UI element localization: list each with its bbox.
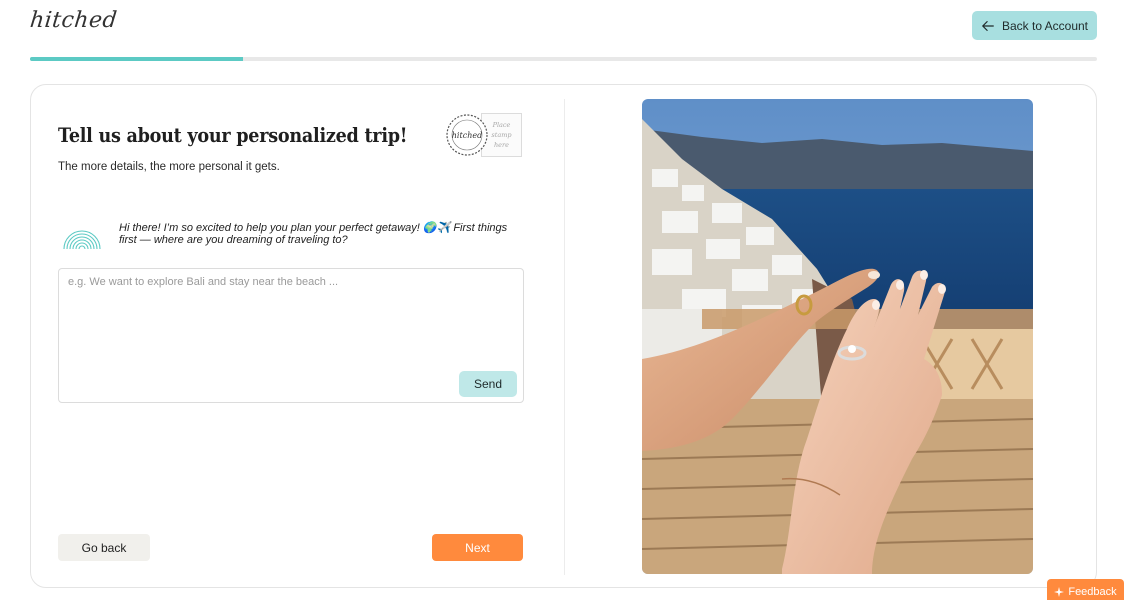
feedback-button[interactable]: Feedback — [1047, 579, 1124, 600]
trip-form-card: Tell us about your personalized trip! Th… — [30, 84, 1097, 588]
postmark-icon: hitched — [446, 114, 488, 156]
stamp-decoration: Place stamp here hitched — [443, 111, 523, 159]
santorini-photo-illustration — [642, 99, 1033, 574]
trip-photo — [642, 99, 1033, 574]
progress-fill — [30, 57, 244, 61]
stamp-text-line1: Place — [492, 121, 511, 129]
stamp-text-line3: here — [494, 141, 509, 149]
trip-input-container: Send — [58, 268, 524, 403]
next-button[interactable]: Next — [432, 534, 523, 561]
sparkle-icon — [1054, 587, 1065, 597]
go-back-button[interactable]: Go back — [58, 534, 150, 561]
assistant-avatar-icon — [63, 230, 101, 250]
progress-bar — [30, 57, 1097, 61]
back-to-account-label: Back to Account — [1001, 18, 1089, 33]
trip-description-input[interactable] — [68, 276, 508, 316]
stamp-text-line2: stamp — [491, 131, 512, 139]
page-subtitle: The more details, the more personal it g… — [58, 161, 280, 173]
column-divider — [564, 99, 565, 575]
back-to-account-button[interactable]: Back to Account — [972, 11, 1097, 40]
send-button[interactable]: Send — [459, 371, 517, 397]
hitched-logo: hitched — [28, 8, 119, 33]
postmark-text: hitched — [452, 131, 482, 140]
assistant-message: Hi there! I’m so excited to help you pla… — [119, 222, 508, 246]
feedback-label: Feedback — [1068, 586, 1117, 598]
arrow-left-icon — [982, 20, 994, 31]
page-title: Tell us about your personalized trip! — [58, 123, 408, 147]
